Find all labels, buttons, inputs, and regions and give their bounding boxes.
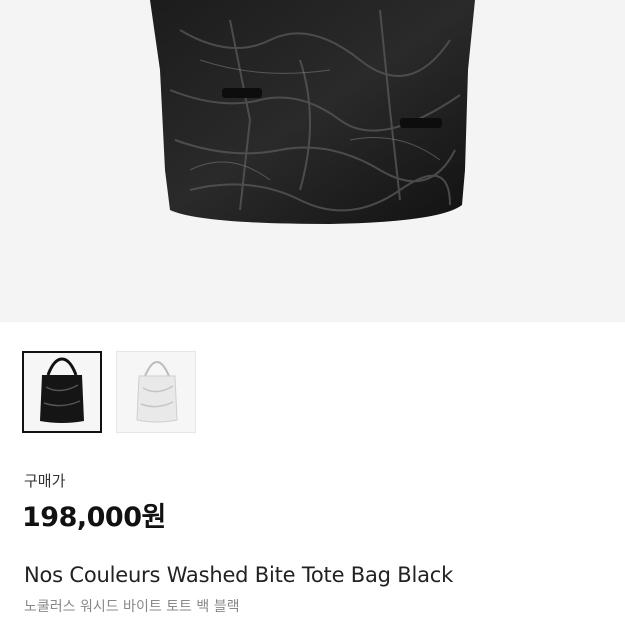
thumbnail-white[interactable] (116, 351, 196, 433)
thumbnail-black-selected[interactable] (22, 351, 102, 433)
product-subtitle: 노쿨러스 워시드 바이트 토트 백 블랙 (24, 599, 240, 615)
product-main-image[interactable] (0, 0, 625, 322)
black-tote-thumbnail-icon (40, 357, 84, 423)
price-value: 198,000원 (22, 502, 166, 533)
product-title: Nos Couleurs Washed Bite Tote Bag Black (24, 563, 454, 587)
white-tote-thumbnail-icon (136, 360, 178, 423)
black-tote-bag-image (150, 0, 475, 224)
price-label: 구매가 (24, 472, 66, 490)
